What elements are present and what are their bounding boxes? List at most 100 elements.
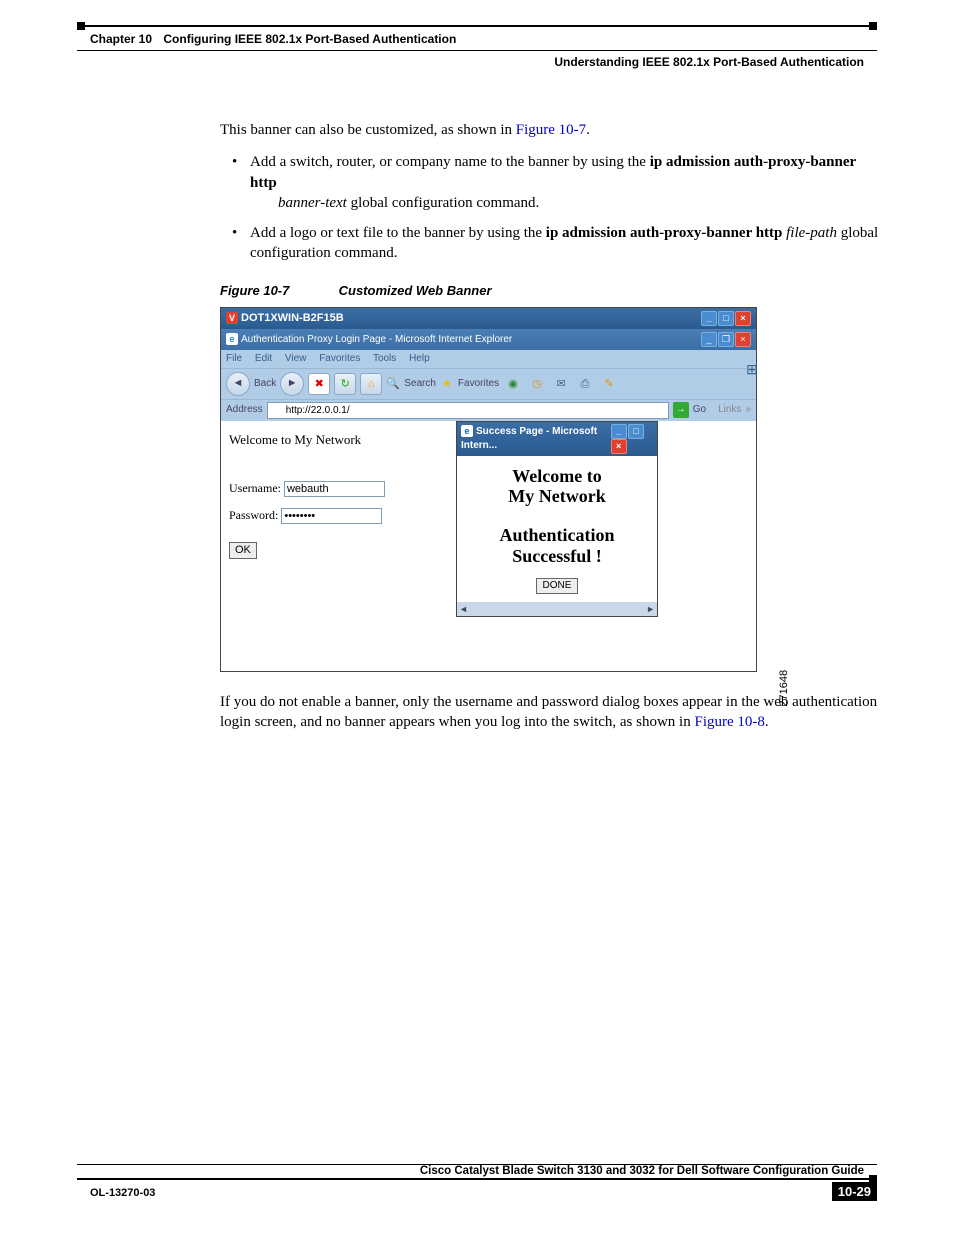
popup-scroll-left-icon[interactable]: ◄ <box>459 603 468 615</box>
popup-title: eSuccess Page - Microsoft Intern... <box>461 425 610 452</box>
inner-restore-button[interactable]: ❐ <box>718 332 734 347</box>
inner-close-button[interactable]: × <box>735 332 751 347</box>
ie-icon: e <box>226 333 238 345</box>
forward-button[interactable]: ► <box>280 372 304 396</box>
menu-file[interactable]: File <box>226 353 242 364</box>
success-popup: eSuccess Page - Microsoft Intern... _□× … <box>456 421 658 617</box>
popup-window-controls: _□× <box>610 424 653 454</box>
username-label: Username: <box>229 481 281 495</box>
intro-paragraph: This banner can also be customized, as s… <box>220 120 884 140</box>
go-button[interactable]: → <box>673 402 689 418</box>
bullet2-cmd: ip admission auth-proxy-banner http <box>546 225 783 241</box>
header-marker-left <box>77 22 85 30</box>
intro-text: This banner can also be customized, as s… <box>220 122 516 138</box>
outer-close-button[interactable]: × <box>735 311 751 326</box>
popup-welcome-1: Welcome to <box>463 466 651 487</box>
toolbar: ◄ Back ► ✖ ↻ ⌂ 🔍 Search ★ Favorites ◉ ◷ … <box>221 368 756 399</box>
edit-button[interactable]: ✎ <box>599 374 619 394</box>
popup-scrollbar[interactable]: ◄ ► <box>457 602 657 616</box>
back-label: Back <box>254 377 276 391</box>
password-input[interactable] <box>281 508 382 524</box>
figure-number: Figure 10-7 <box>220 282 335 300</box>
favorites-label: Favorites <box>458 377 499 391</box>
bullet2-text-a: Add a logo or text file to the banner by… <box>250 225 546 241</box>
search-icon[interactable]: 🔍 <box>386 374 400 394</box>
popup-auth-2: Successful ! <box>463 546 651 567</box>
figure-caption: Figure 10-7 Customized Web Banner <box>220 282 884 300</box>
figure-10-8-link[interactable]: Figure 10-8 <box>694 714 764 730</box>
footer-guide-title: Cisco Catalyst Blade Switch 3130 and 303… <box>420 1165 864 1177</box>
header-rule <box>77 25 877 27</box>
password-label: Password: <box>229 508 278 522</box>
chapter-title: Configuring IEEE 802.1x Port-Based Authe… <box>163 32 456 46</box>
bullet1-text-a: Add a switch, router, or company name to… <box>250 154 650 170</box>
app-icon: V <box>226 312 238 324</box>
content-area: This banner can also be customized, as s… <box>220 120 884 744</box>
outer-minimize-button[interactable]: _ <box>701 311 717 326</box>
chapter-number: Chapter 10 <box>90 32 152 46</box>
done-button[interactable]: DONE <box>536 578 579 594</box>
inner-minimize-button[interactable]: _ <box>701 332 717 347</box>
chapter-header: Chapter 10 Configuring IEEE 802.1x Port-… <box>90 32 456 46</box>
go-label: Go <box>693 403 706 417</box>
stop-button[interactable]: ✖ <box>308 373 330 395</box>
popup-ie-icon: e <box>461 425 473 437</box>
section-title: Understanding IEEE 802.1x Port-Based Aut… <box>554 55 864 69</box>
footer-rule-2 <box>77 1178 877 1180</box>
menu-help[interactable]: Help <box>409 353 430 364</box>
menu-view[interactable]: View <box>285 353 307 364</box>
bullet-item-2: Add a logo or text file to the banner by… <box>250 223 884 264</box>
inner-window-controls: _❐× <box>700 332 751 347</box>
figure-id-label: 271648 <box>777 670 792 707</box>
address-input[interactable] <box>267 402 669 419</box>
search-label: Search <box>404 377 436 391</box>
home-button[interactable]: ⌂ <box>360 373 382 395</box>
windows-flag-icon: ⊞ <box>743 361 761 377</box>
outer-maximize-button[interactable]: □ <box>718 311 734 326</box>
links-chevron-icon[interactable]: » <box>745 403 751 417</box>
doc-title: eAuthentication Proxy Login Page - Micro… <box>226 333 512 347</box>
menu-tools[interactable]: Tools <box>373 353 396 364</box>
figure-10-7-link[interactable]: Figure 10-7 <box>516 122 586 138</box>
address-label: Address <box>226 403 263 417</box>
footer-doc-id: OL-13270-03 <box>90 1187 155 1199</box>
links-label[interactable]: Links <box>718 403 741 417</box>
popup-body: Welcome to My Network Authentication Suc… <box>457 456 657 602</box>
bullet1-text-d: global configuration command. <box>347 195 539 211</box>
favorites-icon[interactable]: ★ <box>440 374 454 394</box>
outer-window-controls: _□× <box>700 311 751 326</box>
popup-maximize-button[interactable]: □ <box>628 424 644 439</box>
menu-bar: File Edit View Favorites Tools Help ⊞ <box>221 350 756 368</box>
popup-minimize-button[interactable]: _ <box>611 424 627 439</box>
after-end: . <box>765 714 769 730</box>
popup-title-bar: eSuccess Page - Microsoft Intern... _□× <box>457 422 657 456</box>
menu-edit[interactable]: Edit <box>255 353 272 364</box>
figure-title: Customized Web Banner <box>339 283 492 298</box>
document-title-bar: eAuthentication Proxy Login Page - Micro… <box>221 329 756 350</box>
print-button[interactable]: ⎙ <box>575 374 595 394</box>
bullet1-arg: banner-text <box>278 195 347 211</box>
browser-window: VDOT1XWIN-B2F15B _□× eAuthentication Pro… <box>220 307 757 672</box>
media-button[interactable]: ◉ <box>503 374 523 394</box>
popup-scroll-right-icon[interactable]: ► <box>646 603 655 615</box>
refresh-button[interactable]: ↻ <box>334 373 356 395</box>
popup-close-button[interactable]: × <box>611 439 627 454</box>
bullet-item-1: Add a switch, router, or company name to… <box>250 152 884 213</box>
header-marker-right <box>869 22 877 30</box>
intro-end: . <box>586 122 590 138</box>
popup-gap <box>463 507 651 525</box>
history-button[interactable]: ◷ <box>527 374 547 394</box>
menu-favorites[interactable]: Favorites <box>319 353 360 364</box>
app-title: VDOT1XWIN-B2F15B <box>226 311 344 326</box>
ok-button[interactable]: OK <box>229 542 257 559</box>
bullet2-arg: file-path <box>786 225 837 241</box>
mail-button[interactable]: ✉ <box>551 374 571 394</box>
username-input[interactable] <box>284 481 385 497</box>
popup-welcome-2: My Network <box>463 486 651 507</box>
footer-page-number: 10-29 <box>832 1182 877 1201</box>
outer-title-bar: VDOT1XWIN-B2F15B _□× <box>221 308 756 329</box>
back-button[interactable]: ◄ <box>226 372 250 396</box>
page-content: Welcome to My Network Username: Password… <box>221 421 756 671</box>
bullet1-indent: banner-text global configuration command… <box>278 193 884 213</box>
popup-auth-1: Authentication <box>463 525 651 546</box>
